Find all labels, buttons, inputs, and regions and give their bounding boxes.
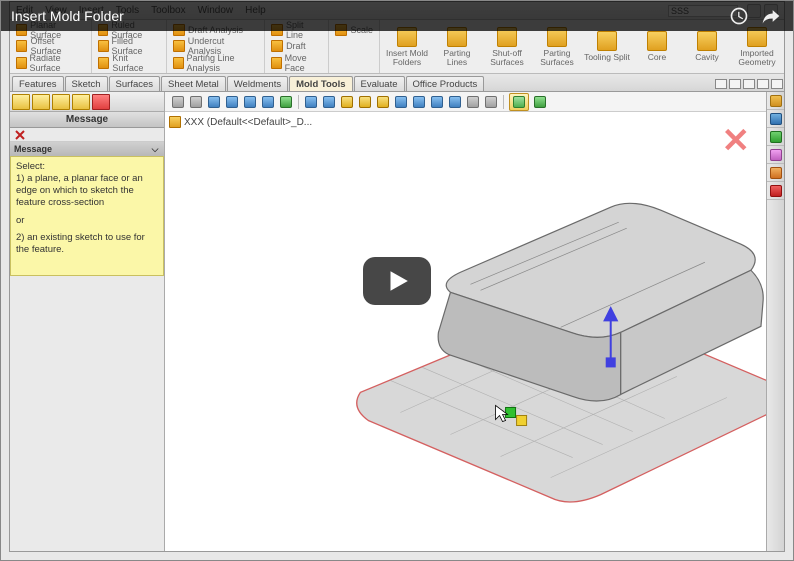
collapse-icon[interactable]: ⌵ [150,144,160,155]
window-icon-4[interactable] [757,79,769,89]
view-tool-2[interactable] [188,94,204,110]
hide-show-icon[interactable] [429,94,445,110]
display-style-2[interactable] [321,94,337,110]
side-toolbar [10,92,164,112]
taskpane-tab-5[interactable] [767,164,784,182]
video-title: Insert Mold Folder [11,8,719,24]
cmd-parting-line-analysis[interactable]: Parting Line Analysis [173,55,258,71]
tab-weldments[interactable]: Weldments [227,76,288,91]
side-tb-1[interactable] [12,94,30,110]
pm-section-header[interactable]: Message⌵ [10,142,164,156]
appearance-icon[interactable] [447,94,463,110]
watch-later-icon[interactable] [727,4,751,28]
youtube-overlay-header: Insert Mold Folder [1,1,793,31]
tab-evaluate[interactable]: Evaluate [354,76,405,91]
pm-cancel[interactable] [10,128,164,142]
window-icon-2[interactable] [729,79,741,89]
rotate-icon[interactable] [242,94,258,110]
share-icon[interactable] [759,4,783,28]
taskpane-tab-2[interactable] [767,110,784,128]
side-tb-2[interactable] [32,94,50,110]
cmd-knit-surface[interactable]: Knit Surface [98,55,160,71]
view-tool-x2[interactable] [483,94,499,110]
side-tb-5[interactable] [92,94,110,110]
taskpane-tab-1[interactable] [767,92,784,110]
cmd-move-face[interactable]: Move Face [271,55,322,71]
taskpane-tab-4[interactable] [767,146,784,164]
display-style-1[interactable] [303,94,319,110]
taskpane-tab-6[interactable] [767,182,784,200]
property-manager: Message Message⌵ Select: 1) a plane, a p… [10,92,165,551]
side-tb-4[interactable] [72,94,90,110]
task-pane [766,92,784,551]
tab-office-products[interactable]: Office Products [406,76,485,91]
tab-mold-tools[interactable]: Mold Tools [289,76,352,91]
scene-icon[interactable] [411,94,427,110]
heads-up-toolbar [165,92,766,112]
view-tool-1[interactable] [170,94,186,110]
pm-instructions: Select: 1) a plane, a planar face or an … [10,156,164,276]
window-icon-5[interactable] [771,79,783,89]
taskpane-tab-3[interactable] [767,128,784,146]
display-style-4[interactable] [357,94,373,110]
pan-icon[interactable] [260,94,276,110]
model-3d[interactable] [165,112,766,553]
pm-title: Message [10,112,164,128]
play-button[interactable] [363,257,431,305]
graphics-area[interactable]: XXX (Default<<Default>_D... ✕ [165,92,766,551]
filter-icon[interactable] [532,94,548,110]
tab-sketch[interactable]: Sketch [65,76,108,91]
feature-tabs: Features Sketch Surfaces Sheet Metal Wel… [10,74,784,92]
cmd-radiate-surface[interactable]: Radiate Surface [16,55,85,71]
zoom-area-icon[interactable] [224,94,240,110]
view-orient-icon[interactable] [278,94,294,110]
tab-surfaces[interactable]: Surfaces [109,76,161,91]
filter-active[interactable] [509,93,529,111]
tab-sheet-metal[interactable]: Sheet Metal [161,76,226,91]
window-icon-3[interactable] [743,79,755,89]
display-style-3[interactable] [339,94,355,110]
view-tool-x1[interactable] [465,94,481,110]
tab-features[interactable]: Features [12,76,64,91]
section-view-icon[interactable] [393,94,409,110]
window-icon-1[interactable] [715,79,727,89]
display-style-5[interactable] [375,94,391,110]
side-tb-3[interactable] [52,94,70,110]
zoom-fit-icon[interactable] [206,94,222,110]
